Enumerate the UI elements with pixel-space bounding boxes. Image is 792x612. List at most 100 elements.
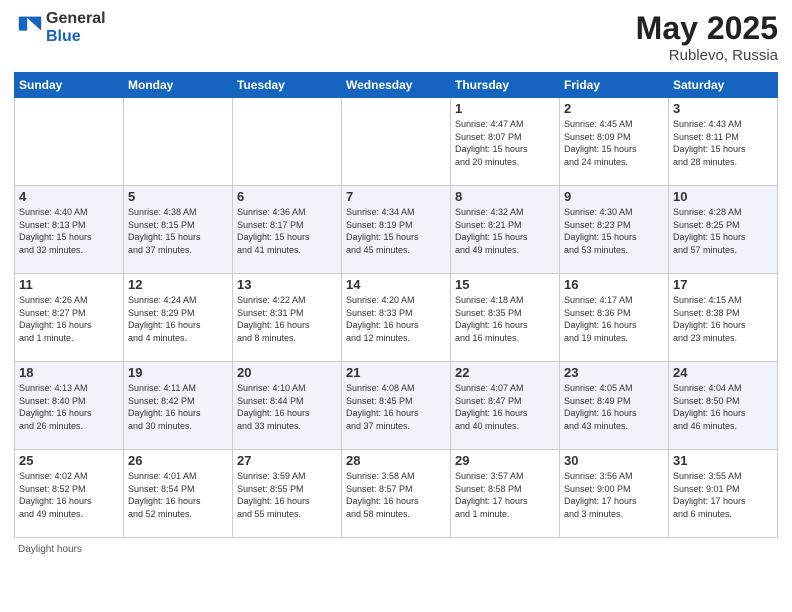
day-info: Sunrise: 4:05 AM Sunset: 8:49 PM Dayligh… [564,382,664,432]
day-number: 18 [19,365,119,380]
day-cell: 13 Sunrise: 4:22 AM Sunset: 8:31 PM Dayli… [233,274,342,362]
day-cell: 30 Sunrise: 3:56 AM Sunset: 9:00 PM Dayli… [560,450,669,538]
day-number: 10 [673,189,773,204]
week-row-3: 11 Sunrise: 4:26 AM Sunset: 8:27 PM Dayli… [15,274,778,362]
weekday-header-row: Sunday Monday Tuesday Wednesday Thursday… [15,73,778,98]
day-info: Sunrise: 4:26 AM Sunset: 8:27 PM Dayligh… [19,294,119,344]
day-info: Sunrise: 4:02 AM Sunset: 8:52 PM Dayligh… [19,470,119,520]
day-info: Sunrise: 4:43 AM Sunset: 8:11 PM Dayligh… [673,118,773,168]
day-info: Sunrise: 3:59 AM Sunset: 8:55 PM Dayligh… [237,470,337,520]
header-tuesday: Tuesday [233,73,342,98]
day-info: Sunrise: 4:18 AM Sunset: 8:35 PM Dayligh… [455,294,555,344]
header-thursday: Thursday [451,73,560,98]
day-cell: 20 Sunrise: 4:10 AM Sunset: 8:44 PM Dayli… [233,362,342,450]
week-row-2: 4 Sunrise: 4:40 AM Sunset: 8:13 PM Daylig… [15,186,778,274]
day-cell [15,98,124,186]
header: General Blue May 2025 Rublevo, Russia [14,10,778,64]
day-number: 12 [128,277,228,292]
day-cell: 23 Sunrise: 4:05 AM Sunset: 8:49 PM Dayli… [560,362,669,450]
day-number: 25 [19,453,119,468]
header-saturday: Saturday [669,73,778,98]
day-info: Sunrise: 4:47 AM Sunset: 8:07 PM Dayligh… [455,118,555,168]
day-info: Sunrise: 4:11 AM Sunset: 8:42 PM Dayligh… [128,382,228,432]
day-cell: 8 Sunrise: 4:32 AM Sunset: 8:21 PM Daylig… [451,186,560,274]
day-cell: 7Sunrise: 4:34 AM Sunset: 8:19 PM Daylig… [342,186,451,274]
day-info: Sunrise: 3:56 AM Sunset: 9:00 PM Dayligh… [564,470,664,520]
day-number: 11 [19,277,119,292]
day-cell: 29Sunrise: 3:57 AM Sunset: 8:58 PM Dayli… [451,450,560,538]
day-info: Sunrise: 4:10 AM Sunset: 8:44 PM Dayligh… [237,382,337,432]
day-cell: 11 Sunrise: 4:26 AM Sunset: 8:27 PM Dayli… [15,274,124,362]
day-cell: 16Sunrise: 4:17 AM Sunset: 8:36 PM Dayli… [560,274,669,362]
day-cell: 21Sunrise: 4:08 AM Sunset: 8:45 PM Dayli… [342,362,451,450]
footer: Daylight hours [14,544,778,555]
day-number: 30 [564,453,664,468]
week-row-5: 25 Sunrise: 4:02 AM Sunset: 8:52 PM Dayli… [15,450,778,538]
day-info: Sunrise: 4:45 AM Sunset: 8:09 PM Dayligh… [564,118,664,168]
day-number: 8 [455,189,555,204]
day-number: 23 [564,365,664,380]
day-info: Sunrise: 4:22 AM Sunset: 8:31 PM Dayligh… [237,294,337,344]
location: Rublevo, Russia [636,47,778,64]
day-cell: 6 Sunrise: 4:36 AM Sunset: 8:17 PM Daylig… [233,186,342,274]
day-number: 6 [237,189,337,204]
day-number: 5 [128,189,228,204]
day-cell: 17Sunrise: 4:15 AM Sunset: 8:38 PM Dayli… [669,274,778,362]
day-info: Sunrise: 4:30 AM Sunset: 8:23 PM Dayligh… [564,206,664,256]
day-cell: 18Sunrise: 4:13 AM Sunset: 8:40 PM Dayli… [15,362,124,450]
day-number: 22 [455,365,555,380]
logo-blue-text: Blue [46,28,106,46]
day-number: 15 [455,277,555,292]
logo-icon [16,11,44,39]
day-cell: 3 Sunrise: 4:43 AM Sunset: 8:11 PM Daylig… [669,98,778,186]
day-number: 27 [237,453,337,468]
day-info: Sunrise: 4:28 AM Sunset: 8:25 PM Dayligh… [673,206,773,256]
day-number: 26 [128,453,228,468]
logo: General Blue [14,10,106,45]
day-number: 31 [673,453,773,468]
day-cell: 15 Sunrise: 4:18 AM Sunset: 8:35 PM Dayli… [451,274,560,362]
day-number: 9 [564,189,664,204]
day-info: Sunrise: 4:32 AM Sunset: 8:21 PM Dayligh… [455,206,555,256]
day-number: 3 [673,101,773,116]
day-cell: 27 Sunrise: 3:59 AM Sunset: 8:55 PM Dayli… [233,450,342,538]
day-number: 29 [455,453,555,468]
day-cell: 26 Sunrise: 4:01 AM Sunset: 8:54 PM Dayli… [124,450,233,538]
day-info: Sunrise: 4:01 AM Sunset: 8:54 PM Dayligh… [128,470,228,520]
day-info: Sunrise: 3:58 AM Sunset: 8:57 PM Dayligh… [346,470,446,520]
day-info: Sunrise: 4:15 AM Sunset: 8:38 PM Dayligh… [673,294,773,344]
day-info: Sunrise: 4:04 AM Sunset: 8:50 PM Dayligh… [673,382,773,432]
day-cell: 22Sunrise: 4:07 AM Sunset: 8:47 PM Dayli… [451,362,560,450]
day-cell [233,98,342,186]
day-number: 13 [237,277,337,292]
day-cell [124,98,233,186]
day-number: 14 [346,277,446,292]
day-cell: 25 Sunrise: 4:02 AM Sunset: 8:52 PM Dayli… [15,450,124,538]
logo-general-text: General [46,10,106,28]
header-monday: Monday [124,73,233,98]
header-sunday: Sunday [15,73,124,98]
day-info: Sunrise: 3:55 AM Sunset: 9:01 PM Dayligh… [673,470,773,520]
day-cell: 5Sunrise: 4:38 AM Sunset: 8:15 PM Daylig… [124,186,233,274]
day-number: 21 [346,365,446,380]
week-row-4: 18Sunrise: 4:13 AM Sunset: 8:40 PM Dayli… [15,362,778,450]
day-info: Sunrise: 4:40 AM Sunset: 8:13 PM Dayligh… [19,206,119,256]
day-info: Sunrise: 4:36 AM Sunset: 8:17 PM Dayligh… [237,206,337,256]
page: General Blue May 2025 Rublevo, Russia Su… [0,0,792,612]
calendar: Sunday Monday Tuesday Wednesday Thursday… [14,72,778,538]
day-cell: 24Sunrise: 4:04 AM Sunset: 8:50 PM Dayli… [669,362,778,450]
day-number: 20 [237,365,337,380]
daylight-label: Daylight hours [18,544,82,555]
day-info: Sunrise: 4:24 AM Sunset: 8:29 PM Dayligh… [128,294,228,344]
day-number: 2 [564,101,664,116]
day-cell: 12 Sunrise: 4:24 AM Sunset: 8:29 PM Dayli… [124,274,233,362]
day-cell: 9 Sunrise: 4:30 AM Sunset: 8:23 PM Daylig… [560,186,669,274]
header-wednesday: Wednesday [342,73,451,98]
day-cell [342,98,451,186]
day-cell: 4 Sunrise: 4:40 AM Sunset: 8:13 PM Daylig… [15,186,124,274]
month-year: May 2025 [636,10,778,47]
day-info: Sunrise: 4:20 AM Sunset: 8:33 PM Dayligh… [346,294,446,344]
day-number: 4 [19,189,119,204]
day-cell: 10 Sunrise: 4:28 AM Sunset: 8:25 PM Dayli… [669,186,778,274]
day-number: 7 [346,189,446,204]
